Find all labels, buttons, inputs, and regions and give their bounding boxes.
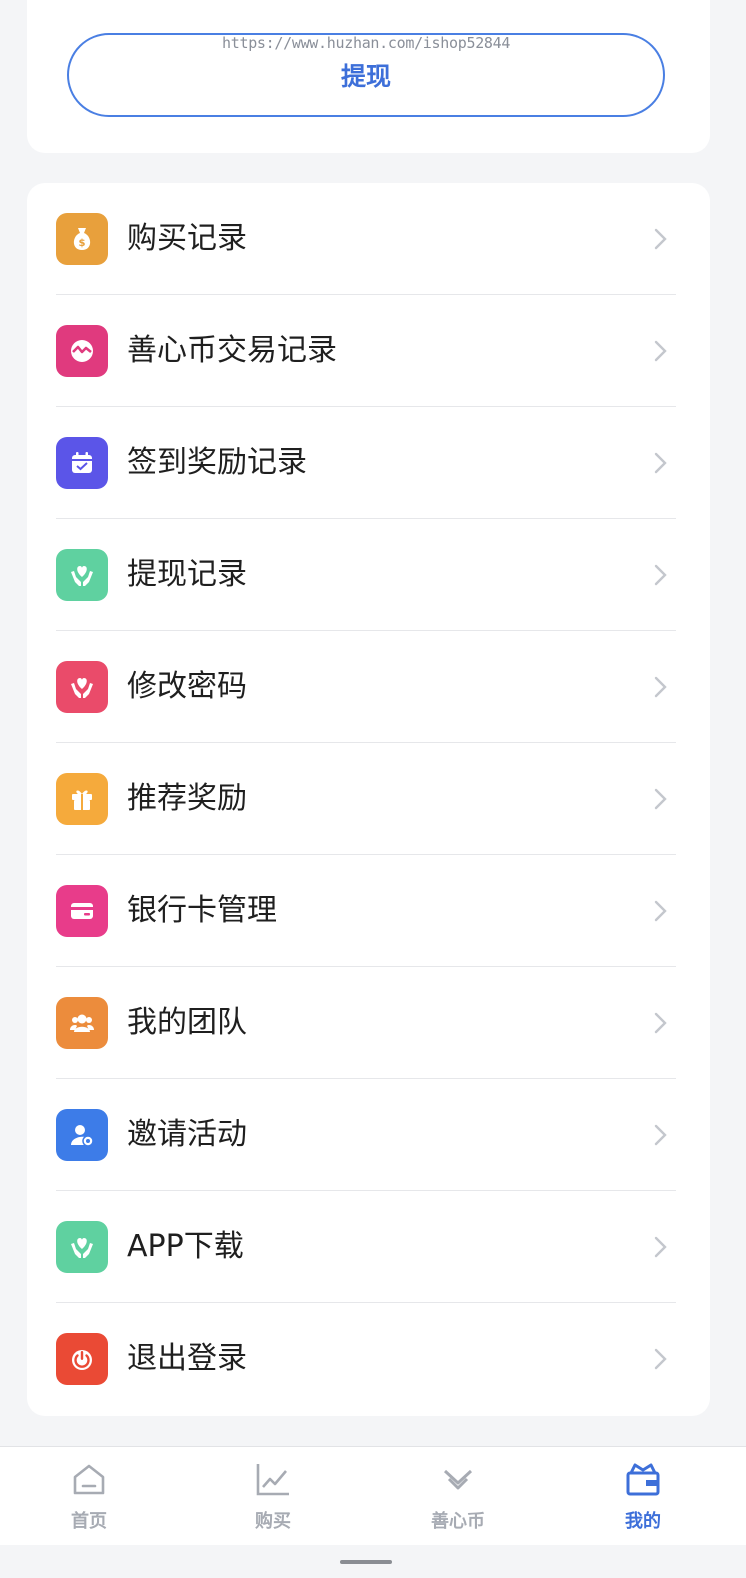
menu-item-label: 邀请活动 (127, 1117, 247, 1152)
menu-item-label: 退出登录 (127, 1341, 247, 1376)
chevron-right-icon (654, 676, 667, 698)
menu-item-label: 推荐奖励 (127, 781, 247, 816)
bottom-tab-bar: 首页 购买 善心币 我的 (0, 1446, 746, 1545)
coin-exchange-icon (56, 325, 108, 377)
money-bag-icon: $ (56, 213, 108, 265)
gift-icon (56, 773, 108, 825)
menu-item-logout[interactable]: 退出登录 (27, 1303, 710, 1415)
watermark-text: https://www.huzhan.com/ishop52844 (222, 34, 511, 52)
tab-home[interactable]: 首页 (29, 1447, 149, 1545)
tab-coin[interactable]: 善心币 (398, 1447, 518, 1545)
menu-item-label: 签到奖励记录 (127, 445, 307, 480)
heart-hands-icon (56, 661, 108, 713)
heart-hands-icon (56, 549, 108, 601)
team-icon (56, 997, 108, 1049)
menu-item-purchase-records[interactable]: $ 购买记录 (27, 183, 710, 295)
menu-item-bank-card-management[interactable]: 银行卡管理 (27, 855, 710, 967)
menu-item-label: 善心币交易记录 (127, 333, 337, 368)
chevron-right-icon (654, 564, 667, 586)
withdraw-card: 提现 (27, 0, 710, 153)
menu-item-label: 提现记录 (127, 557, 247, 592)
menu-item-coin-trade-records[interactable]: 善心币交易记录 (27, 295, 710, 407)
chevron-right-icon (654, 1236, 667, 1258)
chevron-right-icon (654, 228, 667, 250)
user-add-icon (56, 1109, 108, 1161)
menu-item-invite-activity[interactable]: 邀请活动 (27, 1079, 710, 1191)
power-icon (56, 1333, 108, 1385)
tab-label: 我的 (625, 1511, 661, 1532)
menu-item-label: 修改密码 (127, 669, 247, 704)
menu-item-label: APP下载 (127, 1229, 244, 1264)
home-icon (73, 1464, 105, 1495)
menu-item-label: 银行卡管理 (127, 893, 277, 928)
menu-item-change-password[interactable]: 修改密码 (27, 631, 710, 743)
svg-text:$: $ (79, 238, 86, 249)
heart-hands-icon (56, 1221, 108, 1273)
chevron-right-icon (654, 900, 667, 922)
chevrons-down-icon (443, 1469, 473, 1490)
menu-list: $ 购买记录 善心币交易记录 签到奖励记录 提现记录 修改密码 推荐奖励 银行卡… (27, 183, 710, 1416)
home-indicator (340, 1560, 392, 1564)
bag-icon (626, 1463, 660, 1496)
tab-label: 首页 (71, 1511, 107, 1532)
chevron-right-icon (654, 1348, 667, 1370)
tab-label: 善心币 (431, 1511, 485, 1532)
chevron-right-icon (654, 1124, 667, 1146)
tab-mine[interactable]: 我的 (583, 1447, 703, 1545)
menu-item-label: 我的团队 (127, 1005, 247, 1040)
menu-item-referral-rewards[interactable]: 推荐奖励 (27, 743, 710, 855)
chevron-right-icon (654, 1012, 667, 1034)
chart-icon (256, 1464, 289, 1496)
menu-item-my-team[interactable]: 我的团队 (27, 967, 710, 1079)
calendar-check-icon (56, 437, 108, 489)
tab-label: 购买 (255, 1511, 291, 1532)
tab-buy[interactable]: 购买 (213, 1447, 333, 1545)
chevron-right-icon (654, 452, 667, 474)
chevron-right-icon (654, 340, 667, 362)
menu-item-checkin-reward-records[interactable]: 签到奖励记录 (27, 407, 710, 519)
card-icon (56, 885, 108, 937)
chevron-right-icon (654, 788, 667, 810)
menu-item-withdraw-records[interactable]: 提现记录 (27, 519, 710, 631)
menu-item-label: 购买记录 (127, 221, 247, 256)
menu-item-app-download[interactable]: APP下载 (27, 1191, 710, 1303)
